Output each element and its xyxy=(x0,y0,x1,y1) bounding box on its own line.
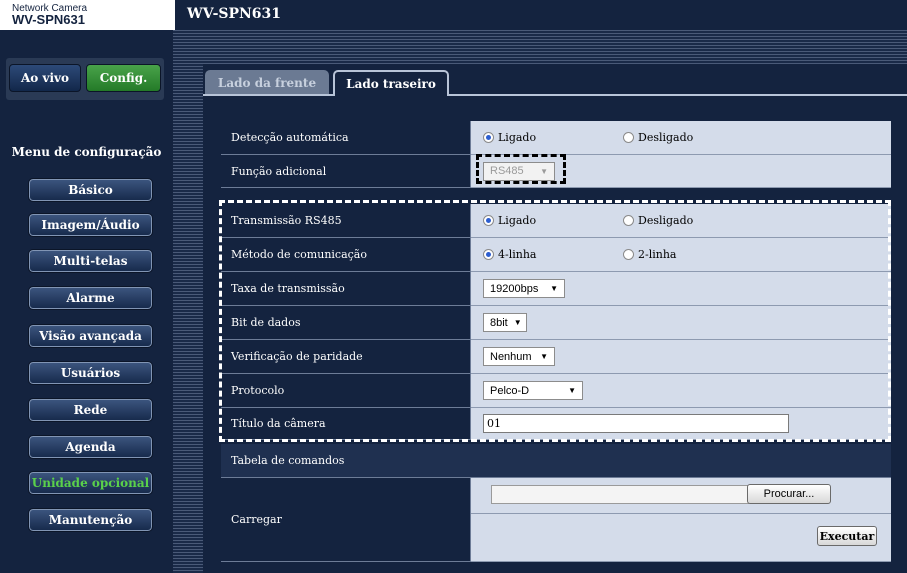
config-button[interactable]: Config. xyxy=(86,64,161,92)
brand-logo: Network Camera WV-SPN631 xyxy=(0,0,175,30)
menu-item-imagem-audio[interactable]: Imagem/Áudio xyxy=(28,213,153,237)
upload-label: Carregar xyxy=(221,478,471,562)
main-content: Lado da frente Lado traseiro Detecção au… xyxy=(203,64,907,573)
auto-detect-value: Ligado Desligado xyxy=(471,121,891,155)
menu-title: Menu de configuração xyxy=(11,145,162,159)
sidebar: Ao vivo Config. Menu de configuração Bás… xyxy=(0,30,173,573)
row-command-table: Tabela de comandos xyxy=(221,444,891,478)
menu-item-basico[interactable]: Básico xyxy=(28,178,153,202)
row-auto-detect: Detecção automática Ligado Desligado xyxy=(221,121,891,155)
menu-item-manutencao[interactable]: Manutenção xyxy=(28,508,153,532)
menu-item-alarme[interactable]: Alarme xyxy=(28,286,153,310)
execute-button[interactable]: Executar xyxy=(817,526,877,546)
menu-item-visao-avancada[interactable]: Visão avançada xyxy=(28,324,153,348)
radio-selected-icon xyxy=(483,132,494,143)
auto-detect-on-label: Ligado xyxy=(498,131,537,144)
menu-item-agenda[interactable]: Agenda xyxy=(28,435,153,459)
tab-front[interactable]: Lado da frente xyxy=(205,70,329,96)
stripe-gutter xyxy=(173,30,203,573)
menu-item-multi-telas[interactable]: Multi-telas xyxy=(28,249,153,273)
menu-item-unidade-opcional[interactable]: Unidade opcional xyxy=(28,471,153,495)
page-title: WV-SPN631 xyxy=(187,6,282,22)
file-path-input[interactable] xyxy=(491,485,749,504)
menu-item-rede[interactable]: Rede xyxy=(28,398,153,422)
auto-detect-on-radio[interactable]: Ligado xyxy=(483,131,623,144)
auto-detect-off-label: Desligado xyxy=(638,131,694,144)
live-button[interactable]: Ao vivo xyxy=(9,64,81,92)
camera-config-page: Network Camera WV-SPN631 WV-SPN631 Ao vi… xyxy=(0,0,907,573)
menu-item-usuarios[interactable]: Usuários xyxy=(28,361,153,385)
tab-back[interactable]: Lado traseiro xyxy=(333,70,449,96)
highlight-rs485-settings xyxy=(219,200,891,442)
upload-value: Procurar... Executar xyxy=(471,478,891,562)
mode-switch: Ao vivo Config. xyxy=(6,58,164,100)
browse-button[interactable]: Procurar... xyxy=(747,484,831,504)
auto-detect-off-radio[interactable]: Desligado xyxy=(623,131,763,144)
tab-underline xyxy=(203,94,907,96)
auto-detect-label: Detecção automática xyxy=(221,121,471,155)
command-table-header: Tabela de comandos xyxy=(221,444,891,478)
brand-model: WV-SPN631 xyxy=(12,12,85,27)
extra-function-label: Função adicional xyxy=(221,155,471,188)
top-bar: Network Camera WV-SPN631 WV-SPN631 xyxy=(0,0,907,30)
radio-unselected-icon xyxy=(623,132,634,143)
stripe-header xyxy=(203,30,907,64)
row-upload: Carregar Procurar... Executar xyxy=(221,478,891,562)
highlight-extra-function xyxy=(476,154,566,184)
